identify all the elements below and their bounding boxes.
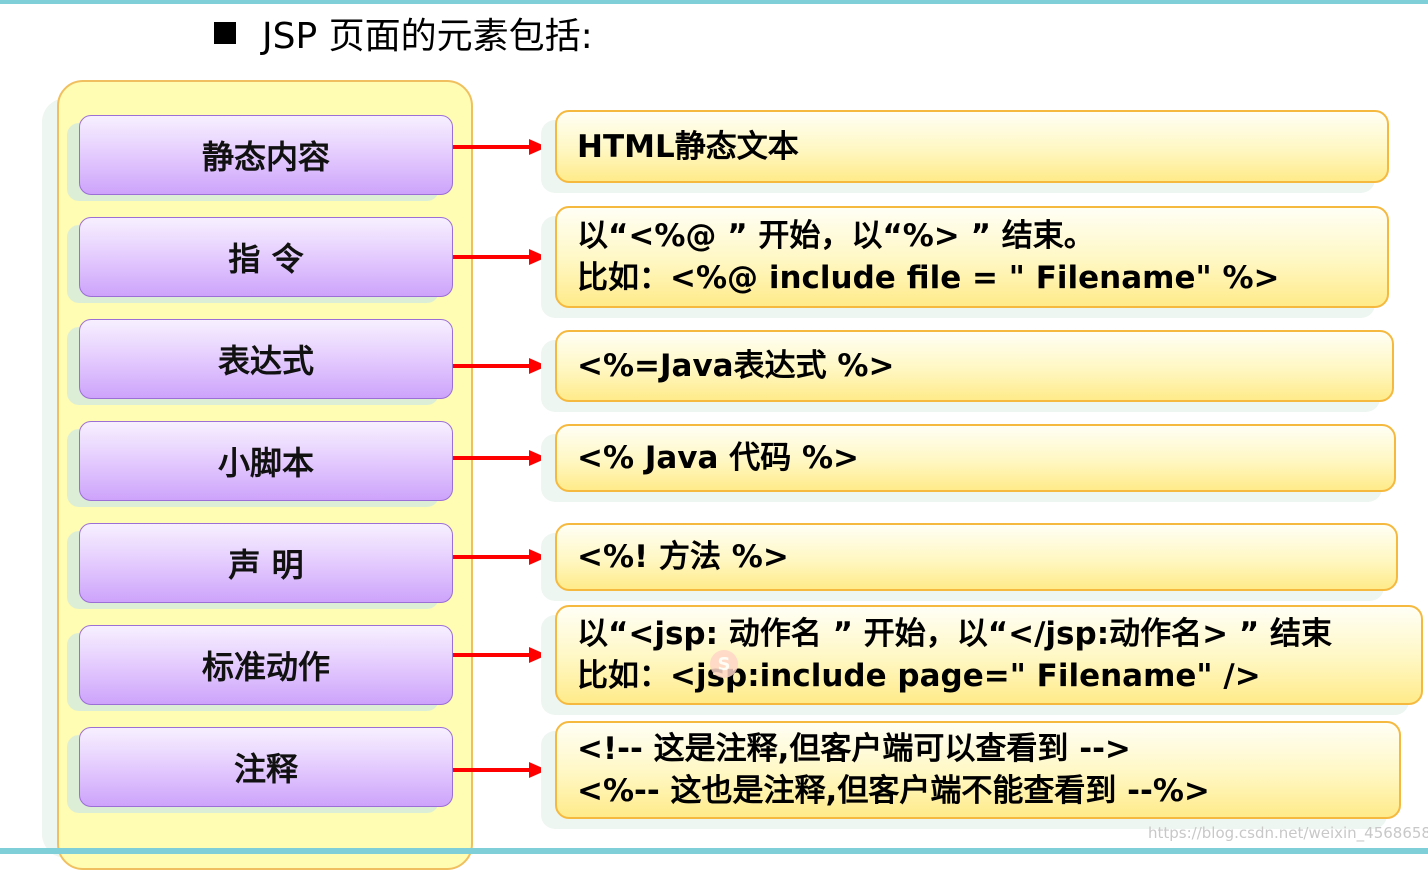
category-box: 指 令 xyxy=(79,217,453,297)
description-line: <%-- 这也是注释,但客户端不能查看到 --%> xyxy=(577,773,1210,809)
category-label: 指 令 xyxy=(228,240,304,278)
category-label: 声 明 xyxy=(228,546,304,584)
right-arrow-icon xyxy=(453,138,547,155)
black-square-bullet-icon xyxy=(214,22,236,44)
right-arrow-icon xyxy=(453,358,547,374)
right-arrow-icon xyxy=(453,549,547,565)
description-line: <%! 方法 %> xyxy=(577,539,789,575)
category-label: 小脚本 xyxy=(217,444,314,482)
category-box: 标准动作 xyxy=(79,625,453,705)
description-box: <!-- 这是注释,但客户端可以查看到 --> <%-- 这也是注释,但客户端不能… xyxy=(555,721,1401,819)
description-box: 以“<jsp: 动作名 ” 开始，以“</jsp:动作名> ” 结束 比如：<js… xyxy=(555,605,1423,705)
category-box: 小脚本 xyxy=(79,421,453,501)
description-line: 以“<%@ ” 开始，以“%> ” 结束。 xyxy=(577,218,1095,254)
description-line: 比如：<jsp:include page=" Filename" /> xyxy=(577,658,1261,694)
description-box: <%=Java表达式 %> xyxy=(555,330,1394,402)
category-label: 注释 xyxy=(233,750,298,788)
category-box: 静态内容 xyxy=(79,115,453,195)
top-rule xyxy=(0,0,1428,4)
right-arrow-icon xyxy=(453,249,547,265)
right-arrow-icon xyxy=(453,450,547,466)
description-box: <%! 方法 %> xyxy=(555,523,1398,591)
heading-text: JSP 页面的元素包括: xyxy=(262,16,593,57)
category-box: 声 明 xyxy=(79,523,453,603)
category-box: 注释 xyxy=(79,727,453,807)
description-box: 以“<%@ ” 开始，以“%> ” 结束。比如：<%@ include file… xyxy=(555,206,1389,308)
description-line: <!-- 这是注释,但客户端可以查看到 --> xyxy=(577,731,1131,767)
description-box: HTML静态文本 xyxy=(555,110,1389,183)
description-line: <%=Java表达式 %> xyxy=(577,348,895,384)
description-line: 以“<jsp: 动作名 ” 开始，以“</jsp:动作名> ” 结束 xyxy=(577,616,1333,652)
watermark: https://blog.csdn.net/weixin_45686583 xyxy=(1148,824,1428,842)
category-label: 表达式 xyxy=(217,342,314,380)
bottom-rule xyxy=(0,848,1428,854)
right-arrow-icon xyxy=(453,647,547,663)
logo-mark-icon: S xyxy=(710,650,738,678)
description-line: <% Java 代码 %> xyxy=(577,440,860,476)
description-line: 比如：<%@ include file = " Filename" %> xyxy=(577,260,1280,296)
category-label: 静态内容 xyxy=(201,138,330,176)
heading: JSP 页面的元素包括: xyxy=(214,8,593,58)
description-box: <% Java 代码 %> xyxy=(555,424,1396,492)
category-label: 标准动作 xyxy=(201,648,330,686)
right-arrow-icon xyxy=(453,762,547,778)
category-box: 表达式 xyxy=(79,319,453,399)
description-line: HTML静态文本 xyxy=(577,128,799,165)
